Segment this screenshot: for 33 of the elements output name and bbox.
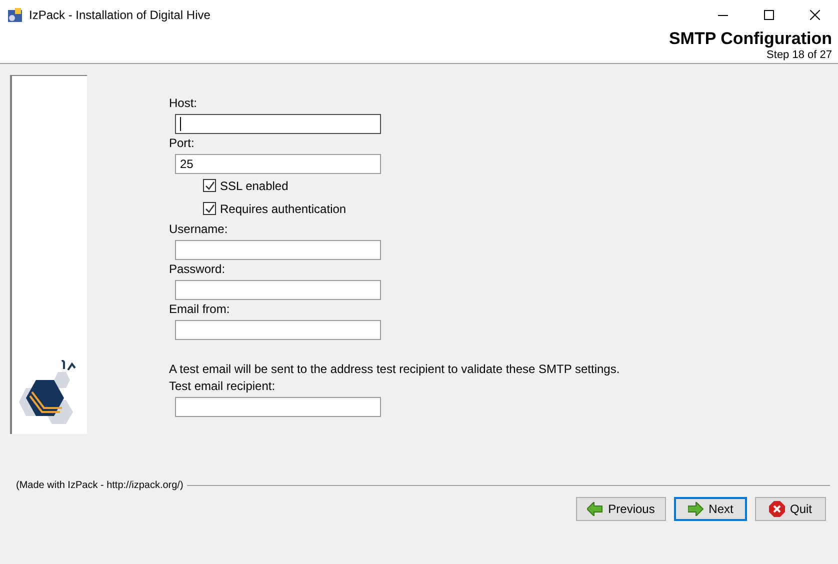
field-label: Test email recipient: — [169, 378, 276, 395]
step-counter: Step 18 of 27 — [766, 49, 832, 62]
field-label: Host: — [169, 95, 198, 112]
next-button[interactable]: Next — [674, 497, 747, 521]
checkbox-label: SSL enabled — [220, 178, 288, 194]
minimize-icon — [718, 14, 728, 16]
field-label: Port: — [169, 135, 196, 152]
input-field[interactable] — [175, 240, 381, 260]
quit-button[interactable]: Quit — [755, 497, 826, 521]
right-arrow-icon — [688, 502, 704, 516]
info-text: A test email will be sent to the address test recipient to validate these SMTP settings. — [169, 361, 620, 377]
input-field[interactable]: 25 — [175, 154, 381, 174]
checkbox[interactable] — [203, 179, 216, 192]
close-icon — [810, 10, 820, 20]
left-arrow-icon — [587, 502, 604, 516]
app-icon — [7, 7, 23, 23]
previous-button[interactable]: Previous — [576, 497, 666, 521]
window-title: IzPack - Installation of Digital Hive — [29, 7, 210, 24]
field-label: Username: — [169, 221, 229, 238]
maximize-icon — [764, 10, 774, 20]
input-field[interactable] — [175, 114, 381, 134]
input-field[interactable] — [175, 280, 381, 300]
field-label: Email from: — [169, 301, 231, 318]
checkbox[interactable] — [203, 202, 216, 215]
checkbox-label: Requires authentication — [220, 200, 346, 218]
input-field[interactable] — [175, 397, 381, 417]
stop-icon — [768, 501, 785, 517]
input-field[interactable] — [175, 320, 381, 340]
text-cursor — [180, 117, 181, 131]
bee-logo-icon — [18, 360, 78, 426]
page-title: SMTP Configuration — [668, 29, 832, 49]
credit-text: (Made with IzPack - http://izpack.org/) — [16, 479, 184, 493]
field-label: Password: — [169, 261, 226, 278]
